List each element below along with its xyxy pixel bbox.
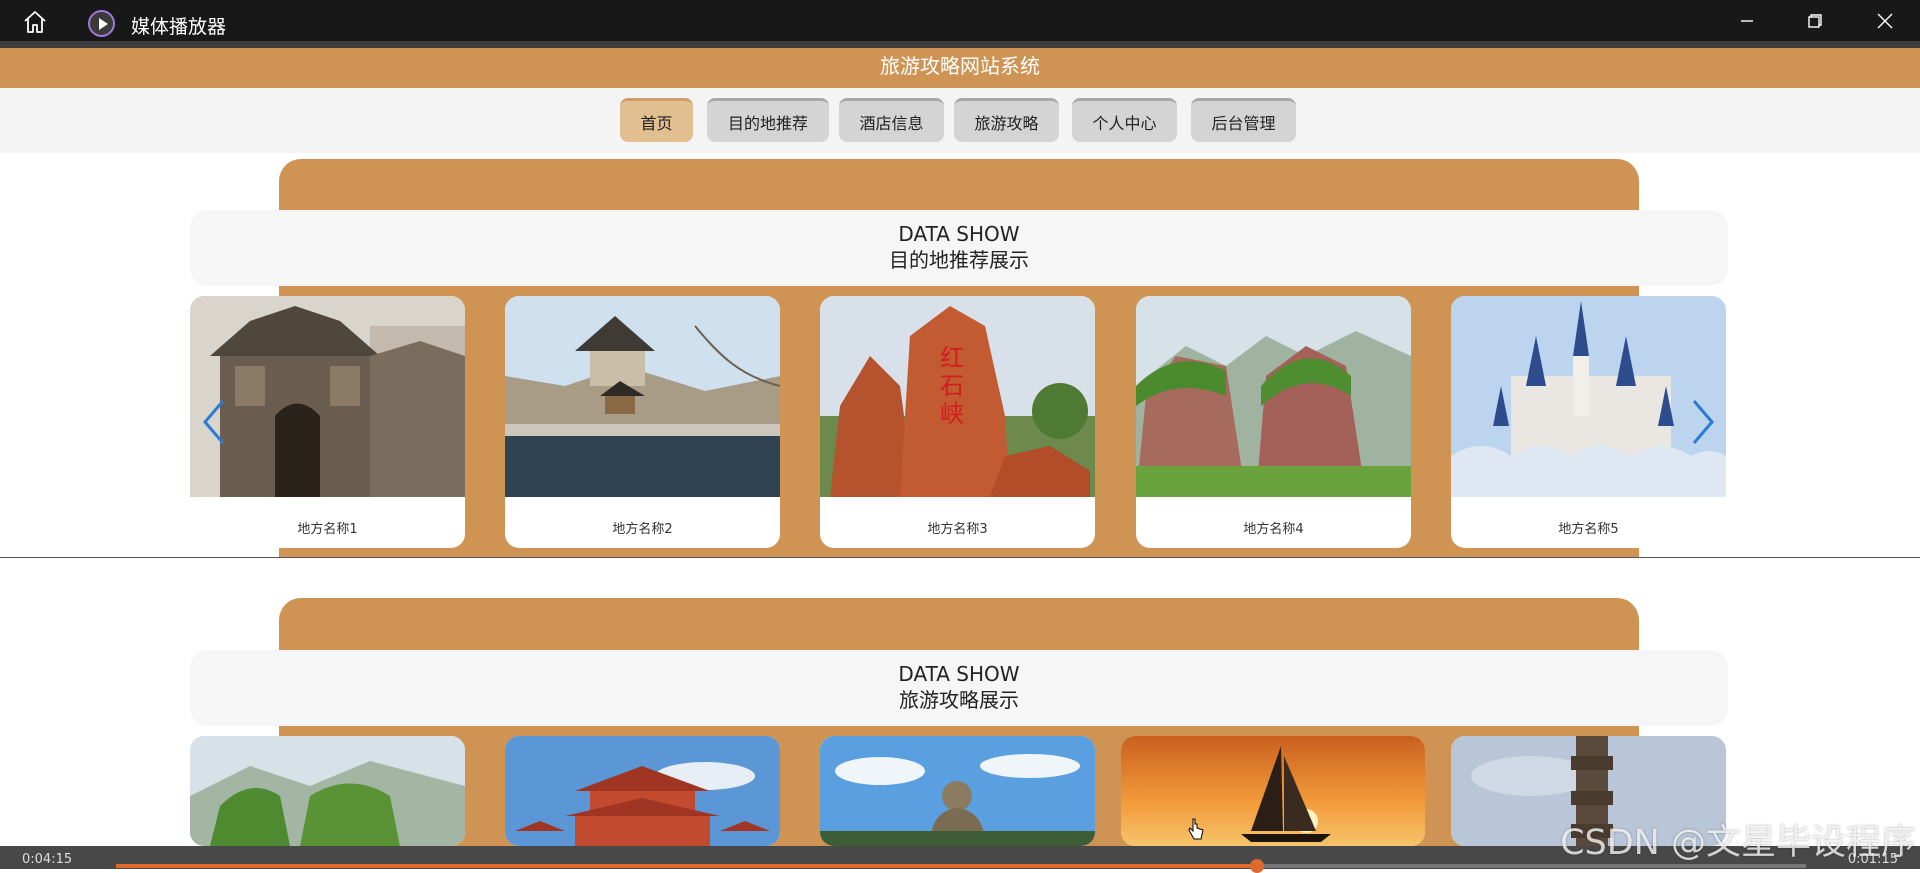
guide-section-banner: DATA SHOW 旅游攻略展示 [190,650,1728,726]
destination-card[interactable]: 地方名称5 [1451,296,1726,548]
section-divider [0,557,1920,558]
section-title-en: DATA SHOW [898,662,1020,686]
mouse-cursor-icon [1188,818,1204,840]
section-title-cn: 目的地推荐展示 [889,248,1029,272]
destination-card[interactable]: 红 石 峡 地方名称3 [820,296,1095,548]
green-mountains-image [190,736,465,846]
card-label: 地方名称2 [612,522,673,537]
castle-image [1451,296,1726,497]
card-label: 地方名称5 [1558,522,1619,537]
carousel-next-icon[interactable] [1688,397,1718,447]
guide-card[interactable] [1121,736,1425,846]
section-title-cn: 旅游攻略展示 [899,688,1019,712]
seek-handle[interactable] [1249,859,1264,873]
guide-card[interactable] [820,736,1095,846]
minimize-button[interactable] [1714,0,1780,41]
carousel-prev-icon[interactable] [199,397,229,447]
nav-item-admin[interactable]: 后台管理 [1191,98,1296,142]
nav-item-hotels[interactable]: 酒店信息 [839,98,944,142]
destination-card[interactable]: 地方名称4 [1136,296,1411,548]
guide-card[interactable] [190,736,465,846]
close-button[interactable] [1852,0,1918,41]
player-title-bar: 媒体播放器 [0,0,1920,41]
nav-item-home[interactable]: 首页 [620,98,693,142]
ancient-gate-image [190,296,465,497]
destination-section-banner: DATA SHOW 目的地推荐展示 [190,210,1728,286]
nav-item-destinations[interactable]: 目的地推荐 [707,98,829,142]
svg-text:红: 红 [940,344,964,372]
site-header: 旅游攻略网站系统 [0,48,1920,88]
player-divider [0,41,1920,48]
seek-progress-fill [116,864,1257,868]
media-player-logo-icon [88,10,115,37]
seek-track[interactable] [116,859,1806,873]
site-title: 旅游攻略网站系统 [880,54,1040,78]
elapsed-time: 0:04:15 [22,852,73,867]
nav-item-travel-guides[interactable]: 旅游攻略 [954,98,1059,142]
nav-item-personal-center[interactable]: 个人中心 [1072,98,1177,142]
temple-image [505,736,780,846]
destination-card[interactable]: 地方名称2 [505,296,780,548]
red-rock-image: 红 石 峡 [820,296,1095,497]
card-label: 地方名称4 [1243,522,1304,537]
app-title: 媒体播放器 [131,16,227,38]
card-label: 地方名称3 [927,522,988,537]
restore-button[interactable] [1782,0,1848,41]
destination-card[interactable]: 地方名称1 [190,296,465,548]
buddha-image [820,736,1095,846]
card-label: 地方名称1 [297,522,358,537]
svg-text:峡: 峡 [940,400,964,428]
green-mountains-image [1136,296,1411,497]
pavilion-lake-image [505,296,780,497]
home-icon[interactable] [22,10,48,34]
section-title-en: DATA SHOW [898,222,1020,246]
watermark: CSDN @文星毕设程序 [1560,823,1916,863]
sailboat-sunset-image [1121,736,1425,846]
svg-text:石: 石 [940,372,964,400]
guide-card[interactable] [505,736,780,846]
